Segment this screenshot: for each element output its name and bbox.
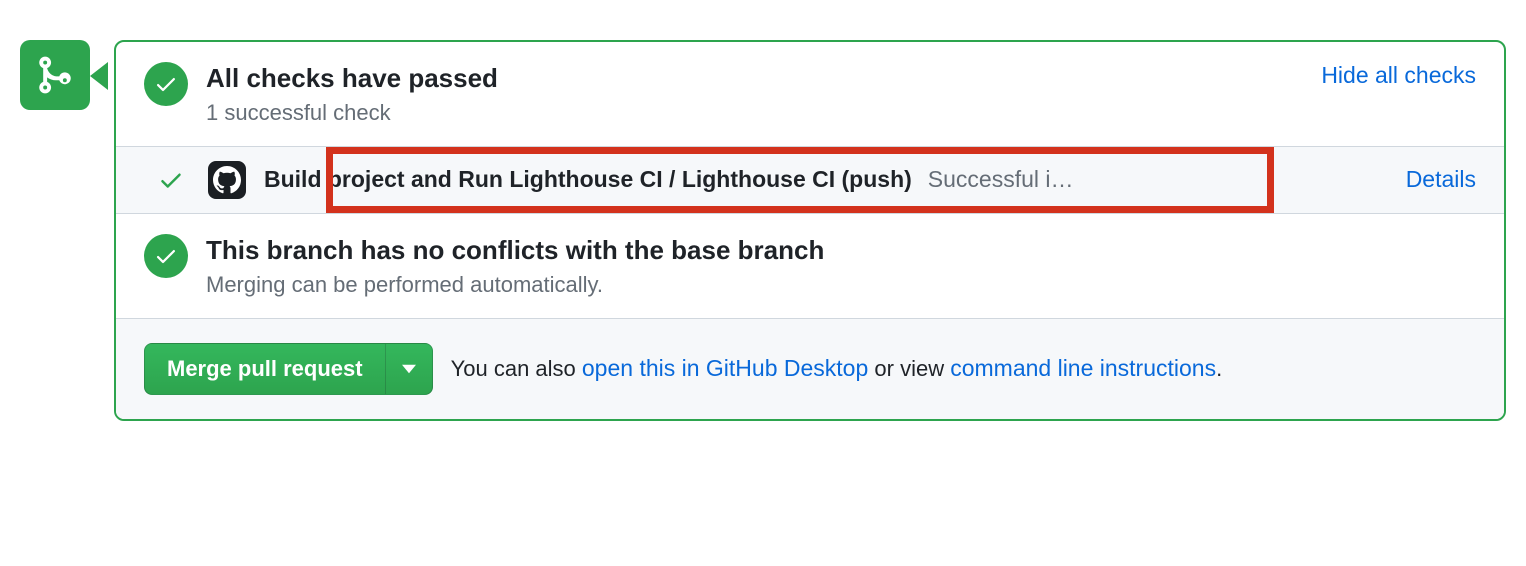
checks-summary-section: All checks have passed 1 successful chec…	[116, 42, 1504, 146]
conflicts-title: This branch has no conflicts with the ba…	[206, 234, 1476, 268]
check-item-status	[156, 167, 186, 193]
merge-hint-prefix: You can also	[451, 356, 582, 381]
merge-options-dropdown-button[interactable]	[385, 343, 433, 395]
check-icon	[154, 244, 178, 268]
open-desktop-link[interactable]: open this in GitHub Desktop	[582, 355, 868, 381]
github-actions-avatar	[208, 161, 246, 199]
check-details-link[interactable]: Details	[1406, 166, 1476, 193]
merge-icon-badge	[20, 40, 90, 110]
check-icon	[158, 167, 184, 193]
checks-title: All checks have passed	[206, 62, 1321, 96]
annotation-highlight-box	[326, 147, 1274, 213]
conflicts-section: This branch has no conflicts with the ba…	[116, 214, 1504, 318]
conflicts-subtitle: Merging can be performed automatically.	[206, 272, 1476, 298]
merge-hint-text: You can also open this in GitHub Desktop…	[451, 355, 1223, 382]
merge-hint-suffix: .	[1216, 356, 1222, 381]
git-merge-icon	[34, 54, 76, 96]
checks-status-circle	[144, 62, 188, 106]
conflicts-body: This branch has no conflicts with the ba…	[206, 234, 1476, 298]
checks-subtitle: 1 successful check	[206, 100, 1321, 126]
github-icon	[213, 166, 241, 194]
hide-checks-link[interactable]: Hide all checks	[1321, 62, 1476, 89]
merge-hint-middle: or view	[868, 356, 950, 381]
merge-pull-request-button[interactable]: Merge pull request	[144, 343, 385, 395]
merge-status-container: All checks have passed 1 successful chec…	[20, 40, 1506, 421]
check-item-row: Build project and Run Lighthouse CI / Li…	[116, 146, 1504, 214]
command-line-link[interactable]: command line instructions	[950, 355, 1216, 381]
merge-button-group: Merge pull request	[144, 343, 433, 395]
caret-down-icon	[402, 364, 416, 374]
checks-summary-body: All checks have passed 1 successful chec…	[206, 62, 1321, 126]
conflicts-status-circle	[144, 234, 188, 278]
merge-panel: All checks have passed 1 successful chec…	[114, 40, 1506, 421]
check-icon	[154, 72, 178, 96]
merge-action-section: Merge pull request You can also open thi…	[116, 318, 1504, 419]
